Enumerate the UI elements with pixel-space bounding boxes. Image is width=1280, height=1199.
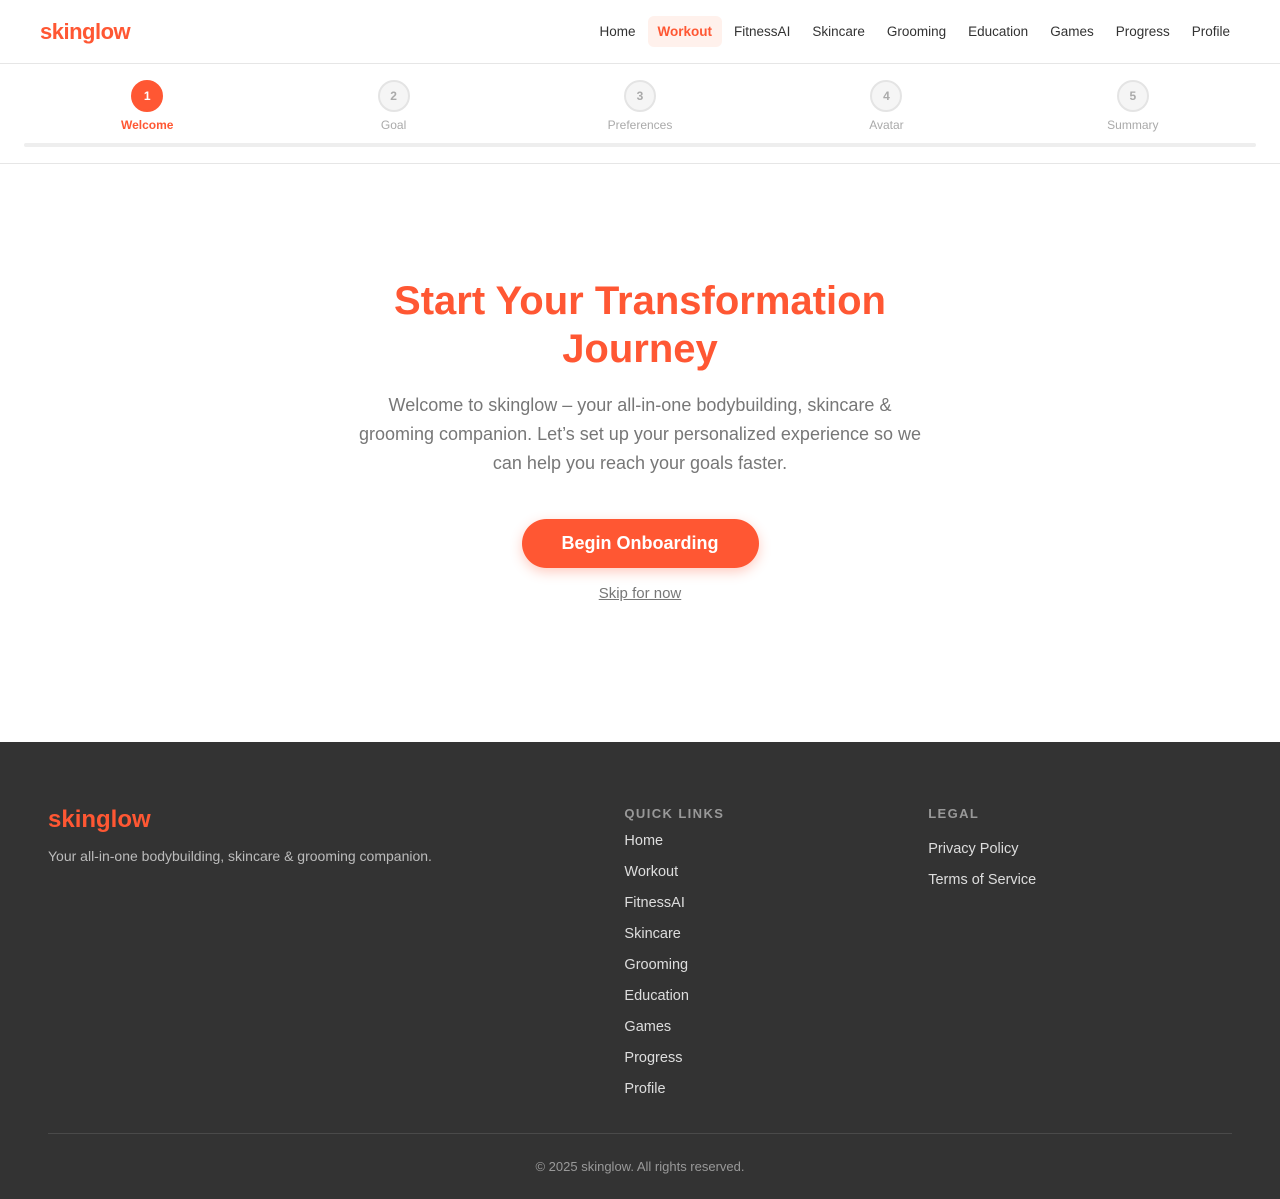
footer-bottom: © 2025 skinglow. All rights reserved.	[48, 1133, 1232, 1199]
nav-item-grooming[interactable]: Grooming	[877, 16, 956, 47]
footer-tagline: Your all-in-one bodybuilding, skincare &…	[48, 848, 432, 864]
step-number: 1	[131, 80, 164, 112]
welcome-description: Welcome to skinglow – your all-in-one bo…	[359, 395, 921, 473]
footer-link-grooming[interactable]: Grooming	[624, 957, 928, 988]
begin-onboarding-button[interactable]: Begin Onboarding	[521, 519, 759, 568]
step-number: 5	[1116, 80, 1149, 112]
nav-item-skincare[interactable]: Skincare	[802, 16, 875, 47]
footer-columns: skinglow Your all-in-one bodybuilding, s…	[48, 742, 1232, 1133]
step-label: Summary	[1107, 118, 1159, 132]
step-avatar[interactable]: 4 Avatar	[763, 64, 1009, 147]
footer-link-terms-of-service[interactable]: Terms of Service	[928, 872, 1232, 903]
step-number: 3	[624, 80, 657, 112]
page-title: Start Your Transformation Journey	[394, 279, 886, 371]
footer-link-skincare[interactable]: Skincare	[624, 926, 928, 957]
footer-link-games[interactable]: Games	[624, 1019, 928, 1050]
skip-link[interactable]: Skip for now	[599, 585, 682, 602]
footer-quick-links: Quick Links Home Workout FitnessAI Skinc…	[624, 806, 928, 1133]
site-footer: skinglow Your all-in-one bodybuilding, s…	[0, 742, 1280, 1199]
nav-item-fitnessai[interactable]: FitnessAI	[724, 16, 800, 47]
footer-legal: Legal Privacy Policy Terms of Service	[928, 806, 1232, 1133]
step-label: Preferences	[607, 118, 673, 132]
nav-item-education[interactable]: Education	[958, 16, 1038, 47]
quick-links-list: Home Workout FitnessAI Skincare Grooming…	[624, 833, 928, 1112]
step-summary[interactable]: 5 Summary	[1010, 64, 1256, 147]
nav-item-games[interactable]: Games	[1040, 16, 1104, 47]
brand-logo[interactable]: skinglow	[40, 19, 131, 45]
step-preferences[interactable]: 3 Preferences	[517, 64, 763, 147]
step-welcome[interactable]: 1 Welcome	[24, 64, 270, 147]
footer-link-fitnessai[interactable]: FitnessAI	[624, 895, 928, 926]
step-goal[interactable]: 2 Goal	[270, 64, 516, 147]
onboarding-progress-bar	[24, 143, 1256, 147]
footer-link-privacy-policy[interactable]: Privacy Policy	[928, 841, 1232, 872]
legal-heading: Legal	[928, 806, 980, 821]
footer-link-education[interactable]: Education	[624, 988, 928, 1019]
nav-item-workout[interactable]: Workout	[647, 16, 723, 47]
main-nav: Home Workout FitnessAI Skincare Grooming…	[588, 16, 1240, 47]
step-label: Avatar	[869, 118, 904, 132]
footer-logo[interactable]: skinglow	[48, 806, 624, 834]
quick-links-heading: Quick Links	[624, 806, 725, 821]
footer-brand: skinglow Your all-in-one bodybuilding, s…	[48, 806, 624, 1133]
welcome-hero: Start Your Transformation Journey Welcom…	[0, 164, 1280, 741]
step-number: 2	[377, 80, 410, 112]
step-label: Goal	[380, 118, 407, 132]
footer-link-home[interactable]: Home	[624, 833, 928, 864]
step-label: Welcome	[120, 118, 174, 132]
footer-link-profile[interactable]: Profile	[624, 1081, 928, 1112]
copyright-text: © 2025 skinglow. All rights reserved.	[535, 1159, 745, 1174]
nav-item-home[interactable]: Home	[590, 16, 646, 47]
step-list: 1 Welcome 2 Goal 3 Preferences 4 Avatar …	[24, 64, 1256, 147]
onboarding-stepper: 1 Welcome 2 Goal 3 Preferences 4 Avatar …	[0, 64, 1280, 164]
nav-item-progress[interactable]: Progress	[1106, 16, 1180, 47]
legal-links-list: Privacy Policy Terms of Service	[928, 841, 1232, 903]
step-number: 4	[870, 80, 903, 112]
footer-link-progress[interactable]: Progress	[624, 1050, 928, 1081]
footer-link-workout[interactable]: Workout	[624, 864, 928, 895]
top-navbar: skinglow Home Workout FitnessAI Skincare…	[0, 0, 1280, 64]
nav-item-profile[interactable]: Profile	[1182, 16, 1240, 47]
